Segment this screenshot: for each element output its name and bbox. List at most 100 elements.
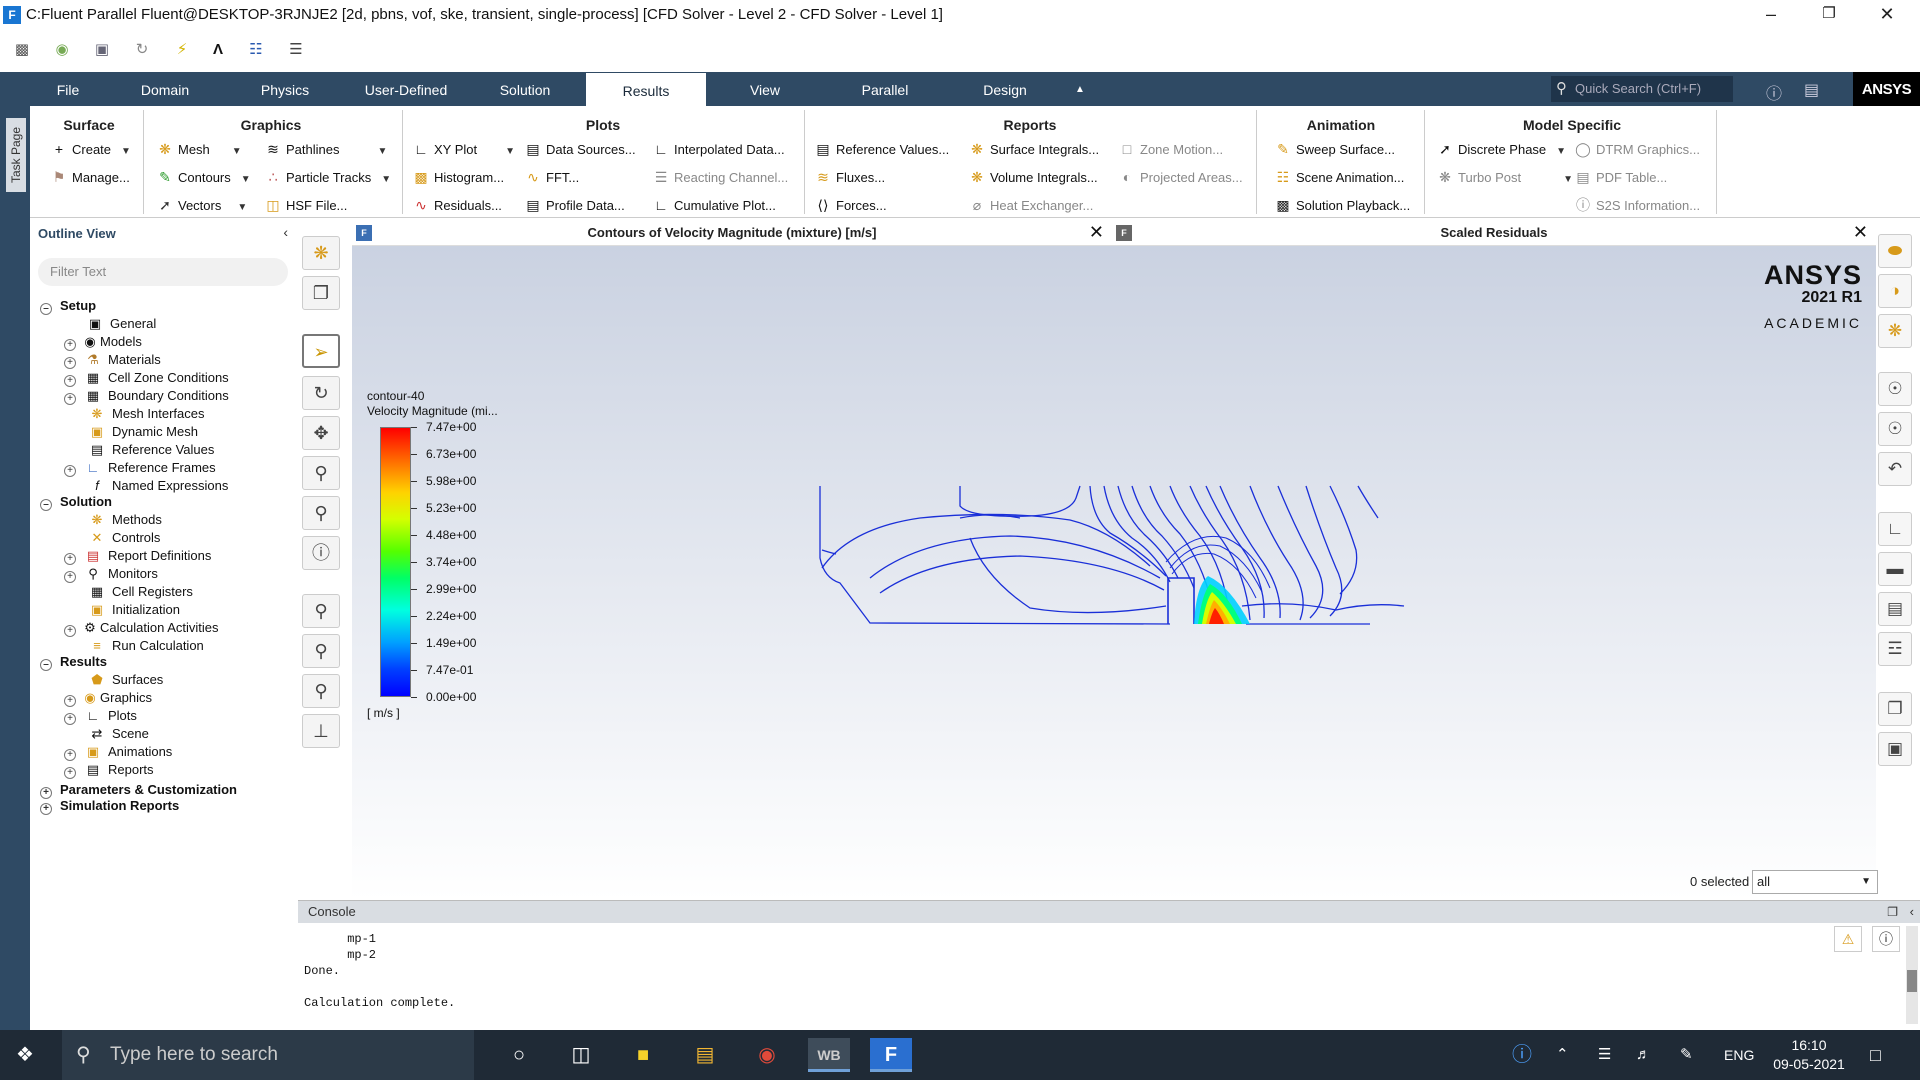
projected-areas-button[interactable]: ◐ Projected Areas... [1118,166,1243,188]
filter-text-input[interactable]: Filter Text [38,258,288,286]
scene-animation-button[interactable]: ☷ Scene Animation... [1274,166,1405,188]
task-view-icon[interactable]: ◫ [560,1038,602,1072]
reference-values-button[interactable]: ▤ Reference Values... [814,138,949,160]
surface-view-icon[interactable]: ⬬ [1878,234,1912,268]
tab-design[interactable]: Design [970,72,1040,106]
tree-dynamic-mesh[interactable]: ▣ Dynamic Mesh [88,422,198,442]
parameters-icon[interactable]: ☷ [246,40,266,60]
expand-icon[interactable]: + [64,625,76,637]
lightning-icon[interactable]: ⚡ [172,40,192,60]
tree-monitors[interactable]: + ⚲ Monitors [64,564,158,584]
discrete-phase-button[interactable]: ➚ Discrete Phase ▼ [1436,138,1566,160]
tab-parallel[interactable]: Parallel [845,72,925,106]
volume-icon[interactable]: ♬ [1636,1030,1651,1080]
display-mesh-icon[interactable]: ❋ [302,236,340,270]
tree-plots[interactable]: + ∟ Plots [64,706,137,726]
tree-solution[interactable]: – Solution [40,492,112,512]
camera-icon[interactable]: ▣ [1878,732,1912,766]
tab-results[interactable]: Results [586,73,706,106]
info-icon[interactable]: ⓘ [1872,926,1900,952]
sweep-surface-button[interactable]: ✎ Sweep Surface... [1274,138,1395,160]
tree-methods[interactable]: ❋ Methods [88,510,162,530]
histogram-button[interactable]: ▩ Histogram... [412,166,504,188]
close-pane-button[interactable]: ✕ [1853,222,1868,243]
help-tray-icon[interactable]: ⓘ [1512,1030,1532,1080]
mesh-view-icon[interactable]: ❋ [1878,314,1912,348]
forces-button[interactable]: ⟨⟩ Forces... [814,194,887,216]
surface-create-button[interactable]: + Create ▼ [50,138,131,160]
tree-controls[interactable]: ✕ Controls [88,528,161,548]
tab-user-defined[interactable]: User-Defined [356,72,456,106]
warning-icon[interactable]: ⚠ [1834,926,1862,952]
tree-calculation-activities[interactable]: + ⚙ Calculation Activities [64,618,219,638]
vectors-button[interactable]: ➚ Vectors ▼ [156,194,247,216]
solution-playback-button[interactable]: ▩ Solution Playback... [1274,194,1410,216]
view-axes-icon[interactable]: ⊥ [302,714,340,748]
fluent-taskbar-icon[interactable]: F [870,1038,912,1072]
tab-view[interactable]: View [730,72,800,106]
file-explorer-icon[interactable]: ▤ [684,1038,726,1072]
tree-results[interactable]: – Results [40,652,107,672]
pen-icon[interactable]: ✎ [1680,1030,1693,1080]
heat-exchanger-button[interactable]: ⌀ Heat Exchanger... [968,194,1094,216]
rotate-icon[interactable]: ↻ [302,376,340,410]
surface-integrals-button[interactable]: ❋ Surface Integrals... [968,138,1099,160]
volume-integrals-button[interactable]: ❋ Volume Integrals... [968,166,1098,188]
surface-manage-button[interactable]: ⚑ Manage... [50,166,130,188]
profile-data-button[interactable]: ▤ Profile Data... [524,194,624,216]
show-hidden-icons-icon[interactable]: ⌃ [1556,1030,1569,1080]
collapse-icon[interactable]: – [40,303,52,315]
annotate-icon[interactable]: ▤ [1878,592,1912,626]
refresh-icon[interactable]: ↻ [132,40,152,60]
quick-search-input[interactable]: ⚲ Quick Search (Ctrl+F) [1551,76,1733,102]
layout-icon[interactable]: ☰ [286,40,306,60]
clock[interactable]: 16:10 09-05-2021 [1772,1036,1846,1074]
expand-icon[interactable]: + [64,465,76,477]
zone-motion-button[interactable]: □ Zone Motion... [1118,138,1223,160]
tree-mesh-interfaces[interactable]: ❋ Mesh Interfaces [88,404,205,424]
select-pointer-icon[interactable]: ➢ [302,334,340,368]
cortana-icon[interactable]: ○ [498,1038,540,1072]
tree-animations[interactable]: + ▣ Animations [64,742,172,762]
tree-scene[interactable]: ⇄ Scene [88,724,149,744]
tree-models[interactable]: + ◉ Models [64,332,142,352]
pdf-table-button[interactable]: ▤ PDF Table... [1574,166,1667,188]
maximize-console-icon[interactable]: ❐ [1887,901,1898,923]
fluxes-button[interactable]: ≋ Fluxes... [814,166,885,188]
axes-icon[interactable]: ∟ [1878,512,1912,546]
tab-solution[interactable]: Solution [490,72,560,106]
particle-tracks-button[interactable]: ∴ Particle Tracks ▼ [264,166,392,188]
close-pane-button[interactable]: ✕ [1089,222,1104,243]
collapse-icon[interactable]: – [40,499,52,511]
hide-icon[interactable]: ☉ [1878,412,1912,446]
selection-filter-dropdown[interactable]: all ▼ [1752,870,1878,894]
collapse-icon[interactable]: – [40,659,52,671]
expand-icon[interactable]: + [64,393,76,405]
tree-materials[interactable]: + ⚗ Materials [64,350,161,370]
notifications-icon[interactable]: □ [1870,1030,1881,1080]
write-case-icon[interactable]: ▣ [92,40,112,60]
ruler-icon[interactable]: ▬ [1878,552,1912,586]
mesh-button[interactable]: ❋ Mesh ▼ [156,138,242,160]
hsf-file-button[interactable]: ◫ HSF File... [264,194,347,216]
windows-start-icon[interactable]: ❖ [16,1044,38,1066]
language-indicator[interactable]: ENG [1724,1030,1754,1080]
chrome-icon[interactable]: ◉ [746,1038,788,1072]
expand-icon[interactable]: + [40,803,52,815]
tree-simulation-reports[interactable]: + Simulation Reports [40,796,179,816]
workbench-icon[interactable]: WB [808,1038,850,1072]
visibility-icon[interactable]: ☉ [1878,372,1912,406]
tree-boundary-conditions[interactable]: + ▦ Boundary Conditions [64,386,229,406]
tree-reports[interactable]: + ▤ Reports [64,760,154,780]
dtrm-graphics-button[interactable]: ◯ DTRM Graphics... [1574,138,1700,160]
console-output[interactable]: mp-1 mp-2 Done. Calculation complete. [304,931,455,1011]
undo-view-icon[interactable]: ↶ [1878,452,1912,486]
expand-icon[interactable]: + [64,767,76,779]
task-page-tab[interactable]: Task Page [6,118,26,192]
zoom-to-area-icon[interactable]: ⚲ [302,496,340,530]
tree-surfaces[interactable]: ⬟ Surfaces [88,670,163,690]
wifi-icon[interactable]: ☰ [1598,1030,1611,1080]
display-options-icon[interactable]: ▤ [1804,80,1819,100]
collapse-ribbon-icon[interactable]: ▲ [1070,72,1090,106]
tree-general[interactable]: ▣ General [86,314,156,334]
